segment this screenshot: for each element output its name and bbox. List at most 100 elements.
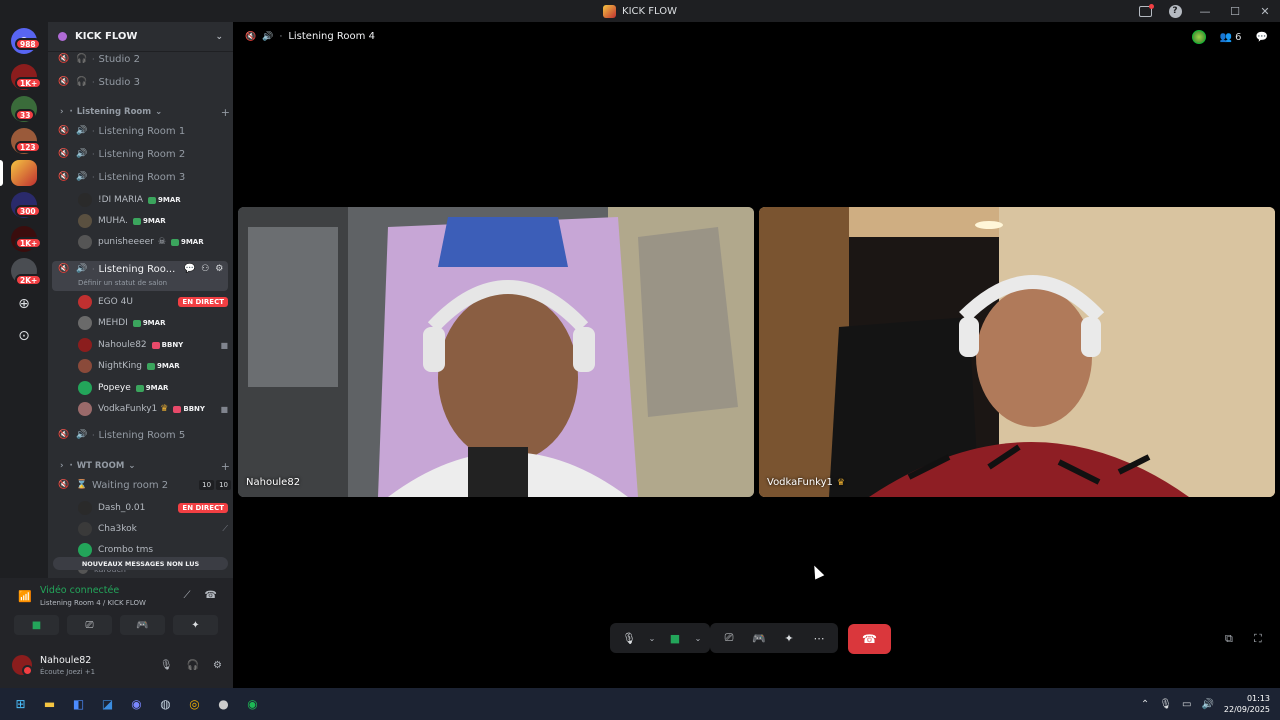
channel-waiting-room-2[interactable]: 🔇 ⌛ Waiting room 2 10 10 [58,475,231,495]
avatar [78,338,92,352]
chrome-icon[interactable]: ◎ [180,692,209,716]
voice-channel-path[interactable]: Listening Room 4 / KICK FLOW [40,599,146,607]
gear-icon[interactable]: ⚙ [215,264,223,274]
channel-listening-room-5[interactable]: 🔇 🔊 · Listening Room 5 [58,425,231,445]
chevron-up-icon[interactable]: ⌃ [1141,699,1149,710]
activities-button[interactable]: 🎮 [120,615,165,635]
muted-speaker-icon: 🔇 [58,480,70,490]
voice-user[interactable]: Nahoule82 BBNY ■ [78,335,228,355]
unread-messages-banner[interactable]: NOUVEAUX MESSAGES NON LUS [53,557,228,570]
inbox-icon[interactable] [1130,0,1160,22]
camera-icon: ■ [220,340,228,350]
chevron-right-icon: › [60,107,64,117]
screen-share-button[interactable]: ⎚ [716,627,742,649]
store-icon[interactable]: ◧ [64,692,93,716]
app-icon[interactable]: ● [209,692,238,716]
camera-button[interactable]: ■ [14,615,59,635]
popout-icon[interactable]: ⧉ [1225,632,1233,646]
camera-button[interactable]: ■ [662,627,688,649]
user-panel[interactable]: Nahoule82 Écoute Joezi +1 🎙 🎧 ⚙ [12,651,222,679]
server-header[interactable]: KICK FLOW ⌄ [48,22,233,52]
video-feed-image [759,207,1275,497]
activities-button[interactable]: 🎮 [746,627,772,649]
voice-user[interactable]: punisheeeer ☠ 9MAR [78,232,228,252]
screen-share-button[interactable]: ⎚ [67,615,112,635]
microphone-icon[interactable]: 🎙 [160,660,173,671]
window-title: KICK FLOW [603,4,677,18]
disconnect-icon[interactable]: ☎ [205,590,217,601]
server-tag: BBNY [173,405,205,413]
clock[interactable]: 01:13 22/09/2025 [1224,693,1270,715]
chevron-down-icon[interactable]: ⌄ [646,627,658,649]
video-stage: 🔇 🔊 · Listening Room 4 👥 6 💬 Nahoule82 V… [233,22,1280,688]
category-wt-room[interactable]: › · WT ROOM ⌄ + [60,458,230,474]
chevron-right-icon: › [60,461,64,471]
voice-user[interactable]: EGO 4U EN DIRECT [78,292,228,312]
microphone-button[interactable]: 🎙 [616,627,642,649]
voice-user[interactable]: MEHDI 9MAR [78,313,228,333]
voice-user[interactable]: NightKing 9MAR [78,356,228,376]
volume-icon[interactable]: 🔊 [1201,699,1213,710]
microphone-icon[interactable]: 🎙 [1159,699,1172,710]
channel-studio-2[interactable]: 🔇 🎧 · Studio 2 [58,49,231,69]
channel-listening-room-3[interactable]: 🔇 🔊 · Listening Room 3 [58,167,231,187]
server-badge: 1K+ [15,237,43,249]
channel-status[interactable]: Définir un statut de salon [78,279,167,287]
voice-user[interactable]: !DI MARIA 9MAR [78,190,228,210]
speaker-icon: 🔊 [262,31,274,42]
file-explorer-icon[interactable]: ▬ [35,692,64,716]
media-controls: 🎙 ⌄ ■ ⌄ [610,623,710,653]
discover-icon[interactable]: ⊙ [14,326,34,346]
channel-listening-room-2[interactable]: 🔇 🔊 · Listening Room 2 [58,144,231,164]
video-tile[interactable]: Nahoule82 [238,207,754,497]
live-badge: EN DIRECT [178,503,228,513]
chat-icon[interactable]: 💬 [1256,32,1268,43]
category-listening-room[interactable]: › · Listening Room ⌄ + [60,104,230,120]
maximize-button[interactable]: ☐ [1220,0,1250,22]
discord-icon[interactable]: ◉ [122,692,151,716]
server-icon-kick-flow[interactable] [11,160,37,186]
help-icon[interactable]: ? [1160,0,1190,22]
voice-user[interactable]: Cha3kok ⟋ [78,519,228,539]
activity-icon[interactable] [1191,30,1206,44]
voice-user-name: EGO 4U [98,297,133,307]
crown-icon: ♛ [836,477,845,488]
signal-icon[interactable]: 📶 [18,590,32,603]
voice-status[interactable]: Vidéo connectée [40,585,119,596]
video-tile[interactable]: VodkaFunky1 ♛ [759,207,1275,497]
close-window-button[interactable]: ✕ [1250,0,1280,22]
display-icon[interactable]: ▭ [1182,699,1191,710]
soundboard-button[interactable]: ✦ [776,627,802,649]
channel-studio-3[interactable]: 🔇 🎧 · Studio 3 [58,72,231,92]
voice-user[interactable]: Dash_0.01 EN DIRECT [78,498,228,518]
fullscreen-icon[interactable]: ⛶ [1254,632,1262,646]
live-badge: EN DIRECT [178,297,228,307]
noise-suppression-icon[interactable]: ⟋ [184,590,191,601]
chat-icon[interactable]: 💬 [184,264,195,274]
crown-icon: ♛ [160,404,169,414]
chevron-down-icon[interactable]: ⌄ [692,627,704,649]
soundboard-button[interactable]: ✦ [173,615,218,635]
participants-button[interactable]: 👥 6 [1220,32,1242,43]
headphones-icon[interactable]: 🎧 [187,660,199,671]
disconnect-call-button[interactable]: ☎ [848,624,891,654]
spotify-icon[interactable]: ◉ [238,692,267,716]
more-options-button[interactable]: ⋯ [806,627,832,649]
avatar [78,316,92,330]
voice-user[interactable]: Popeye 9MAR [78,378,228,398]
add-channel-icon[interactable]: + [221,106,230,119]
minimize-button[interactable]: — [1190,0,1220,22]
voice-user[interactable]: MUHA. 9MAR [78,211,228,231]
steam-icon[interactable]: ◍ [151,692,180,716]
outlook-icon[interactable]: ◪ [93,692,122,716]
add-member-icon[interactable]: ⚇ [201,264,209,274]
voice-user[interactable]: VodkaFunky1 ♛ BBNY ■ [78,399,228,419]
add-server-icon[interactable]: ⊕ [14,294,34,314]
clock-date: 22/09/2025 [1223,705,1270,714]
windows-start-icon[interactable]: ⊞ [6,692,35,716]
add-channel-icon[interactable]: + [221,460,230,473]
channel-label: Listening Room 3 [98,171,186,183]
channel-listening-room-1[interactable]: 🔇 🔊 · Listening Room 1 [58,121,231,141]
current-username: Nahoule82 [40,654,92,666]
gear-icon[interactable]: ⚙ [213,660,222,671]
